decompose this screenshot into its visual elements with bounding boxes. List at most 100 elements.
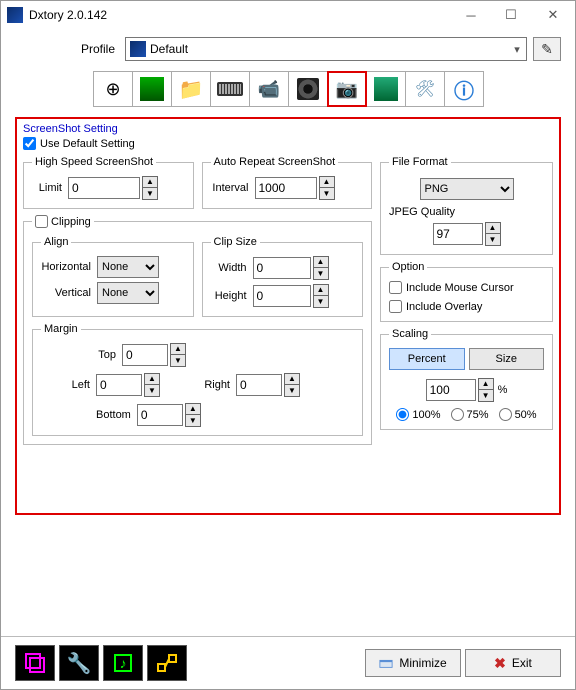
use-default-checkbox-row[interactable]: Use Default Setting bbox=[23, 137, 553, 150]
align-horizontal-select[interactable]: None bbox=[97, 256, 159, 278]
align-legend: Align bbox=[41, 236, 71, 248]
tab-processor[interactable] bbox=[366, 71, 406, 107]
include-overlay-checkbox[interactable] bbox=[389, 300, 402, 313]
clip-height-input[interactable] bbox=[253, 285, 311, 307]
tab-audio[interactable] bbox=[288, 71, 328, 107]
autorepeat-legend: Auto Repeat ScreenShot bbox=[211, 156, 339, 168]
fileformat-select[interactable]: PNG bbox=[420, 178, 514, 200]
edit-profile-button[interactable]: ✎ bbox=[533, 37, 561, 61]
exit-icon: ✖ bbox=[494, 655, 506, 672]
margin-right-label: Right bbox=[186, 379, 236, 391]
monitor-icon bbox=[140, 77, 164, 101]
minimize-button[interactable]: Minimize bbox=[365, 649, 461, 677]
fileformat-fieldset: File Format PNG JPEG Quality ▲▼ bbox=[380, 156, 553, 255]
tab-info[interactable]: ⓘ bbox=[444, 71, 484, 107]
scale-100-radio[interactable]: 100% bbox=[396, 408, 440, 421]
toolbar: ⊕ 📁 📹 📷 🛠 ⓘ bbox=[1, 69, 575, 111]
margin-right-input[interactable] bbox=[236, 374, 282, 396]
camcorder-icon: 📹 bbox=[258, 79, 280, 100]
clipping-checkbox[interactable] bbox=[35, 215, 48, 228]
clipping-legend[interactable]: Clipping bbox=[32, 215, 94, 228]
svg-text:♪: ♪ bbox=[120, 655, 127, 671]
panel-title: ScreenShot Setting bbox=[23, 123, 553, 135]
scaling-value-input[interactable] bbox=[426, 379, 476, 401]
tab-screenshot[interactable]: 📷 bbox=[327, 71, 367, 107]
interval-input[interactable] bbox=[255, 177, 317, 199]
interval-label: Interval bbox=[211, 182, 255, 194]
align-vertical-select[interactable]: None bbox=[97, 282, 159, 304]
margin-left-input[interactable] bbox=[96, 374, 142, 396]
interval-spinner[interactable]: ▲▼ bbox=[319, 176, 335, 200]
close-window-button[interactable]: ✕ bbox=[531, 1, 575, 29]
option-fieldset: Option Include Mouse Cursor Include Over… bbox=[380, 261, 553, 322]
pencil-icon: ✎ bbox=[541, 41, 553, 58]
include-overlay-row[interactable]: Include Overlay bbox=[389, 300, 544, 313]
camera-icon: 📷 bbox=[336, 79, 358, 100]
scale-50-radio[interactable]: 50% bbox=[499, 408, 537, 421]
margin-bottom-spinner[interactable]: ▲▼ bbox=[185, 403, 201, 427]
wrench-icon: 🔧 bbox=[67, 651, 92, 676]
limit-spinner[interactable]: ▲▼ bbox=[142, 176, 158, 200]
include-mouse-checkbox[interactable] bbox=[389, 281, 402, 294]
tools-icon: 🛠 bbox=[415, 79, 435, 99]
include-mouse-row[interactable]: Include Mouse Cursor bbox=[389, 281, 544, 294]
crosshair-icon: ⊕ bbox=[105, 79, 120, 100]
option-legend: Option bbox=[389, 261, 427, 273]
margin-top-input[interactable] bbox=[122, 344, 168, 366]
scaling-unit: % bbox=[498, 384, 508, 396]
vertical-label: Vertical bbox=[41, 287, 97, 299]
clip-width-input[interactable] bbox=[253, 257, 311, 279]
chevron-down-icon: ▾ bbox=[508, 43, 526, 56]
autorepeat-fieldset: Auto Repeat ScreenShot Interval ▲▼ bbox=[202, 156, 373, 209]
keyboard-icon bbox=[217, 82, 243, 96]
flow-tool-button[interactable] bbox=[147, 645, 187, 681]
margin-right-spinner[interactable]: ▲▼ bbox=[284, 373, 300, 397]
jpeg-quality-label: JPEG Quality bbox=[389, 206, 544, 218]
clip-width-spinner[interactable]: ▲▼ bbox=[313, 256, 329, 280]
height-label: Height bbox=[211, 290, 253, 302]
margin-fieldset: Margin Top▲▼ Left ▲▼ Right ▲▼ Bottom▲▼ bbox=[32, 323, 363, 436]
stack-tool-button[interactable] bbox=[15, 645, 55, 681]
highspeed-legend: High Speed ScreenShot bbox=[32, 156, 156, 168]
clip-height-spinner[interactable]: ▲▼ bbox=[313, 284, 329, 308]
margin-bottom-input[interactable] bbox=[137, 404, 183, 426]
limit-label: Limit bbox=[32, 182, 68, 194]
use-default-label: Use Default Setting bbox=[40, 138, 135, 150]
note-tool-button[interactable]: ♪ bbox=[103, 645, 143, 681]
limit-input[interactable] bbox=[68, 177, 140, 199]
jpeg-quality-input[interactable] bbox=[433, 223, 483, 245]
margin-top-spinner[interactable]: ▲▼ bbox=[170, 343, 186, 367]
exit-button[interactable]: ✖ Exit bbox=[465, 649, 561, 677]
scale-75-radio[interactable]: 75% bbox=[451, 408, 489, 421]
tab-hotkey[interactable] bbox=[210, 71, 250, 107]
tab-video[interactable]: 📹 bbox=[249, 71, 289, 107]
margin-left-label: Left bbox=[41, 379, 96, 391]
stack-icon bbox=[24, 652, 46, 674]
wrench-tool-button[interactable]: 🔧 bbox=[59, 645, 99, 681]
jpeg-quality-spinner[interactable]: ▲▼ bbox=[485, 222, 501, 246]
tab-folder[interactable]: 📁 bbox=[171, 71, 211, 107]
tab-overlay[interactable] bbox=[132, 71, 172, 107]
width-label: Width bbox=[211, 262, 253, 274]
fileformat-legend: File Format bbox=[389, 156, 451, 168]
chip-icon bbox=[374, 77, 398, 101]
minimize-icon bbox=[379, 657, 393, 669]
margin-legend: Margin bbox=[41, 323, 81, 335]
app-icon bbox=[7, 7, 23, 23]
scaling-legend: Scaling bbox=[389, 328, 431, 340]
scaling-size-toggle[interactable]: Size bbox=[469, 348, 545, 370]
window-title: Dxtory 2.0.142 bbox=[29, 8, 451, 22]
margin-left-spinner[interactable]: ▲▼ bbox=[144, 373, 160, 397]
use-default-checkbox[interactable] bbox=[23, 137, 36, 150]
profile-combo[interactable]: Default ▾ bbox=[125, 37, 527, 61]
highspeed-fieldset: High Speed ScreenShot Limit ▲▼ bbox=[23, 156, 194, 209]
tab-target[interactable]: ⊕ bbox=[93, 71, 133, 107]
maximize-window-button[interactable]: ☐ bbox=[491, 1, 531, 29]
scaling-fieldset: Scaling Percent Size ▲▼ % 100% 75% 50% bbox=[380, 328, 553, 430]
scaling-spinner[interactable]: ▲▼ bbox=[478, 378, 494, 402]
tab-advanced[interactable]: 🛠 bbox=[405, 71, 445, 107]
clipping-fieldset: Clipping Align Horizontal None Vertical … bbox=[23, 215, 372, 445]
scaling-percent-toggle[interactable]: Percent bbox=[389, 348, 465, 370]
titlebar: Dxtory 2.0.142 ─ ☐ ✕ bbox=[1, 1, 575, 29]
minimize-window-button[interactable]: ─ bbox=[451, 1, 491, 29]
